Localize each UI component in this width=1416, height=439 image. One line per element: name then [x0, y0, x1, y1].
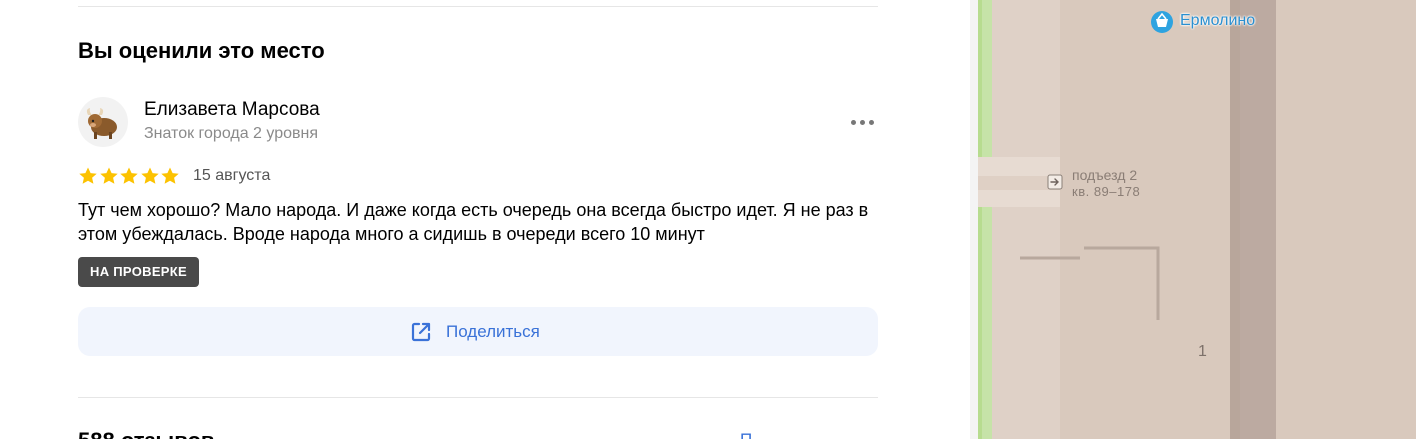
- apartments-label: кв. 89–178: [1072, 184, 1141, 199]
- building-number: 1: [1198, 343, 1207, 360]
- star-icon: [140, 167, 159, 184]
- share-button[interactable]: Поделиться: [78, 307, 878, 356]
- rating-stars: [78, 166, 181, 186]
- more-options-icon[interactable]: [848, 116, 878, 130]
- review-date: 15 августа: [193, 167, 271, 184]
- star-icon: [99, 167, 118, 184]
- divider: [78, 6, 878, 7]
- poi-label[interactable]: Ермолино: [1180, 12, 1255, 30]
- share-label: Поделиться: [446, 322, 540, 341]
- star-icon: [120, 167, 138, 184]
- shop-poi-icon: [1151, 11, 1173, 33]
- star-icon: [79, 167, 97, 184]
- review-author-rank: Знаток города 2 уровня: [144, 125, 319, 142]
- divider: [78, 397, 878, 398]
- reviews-count-title: 588 отзывов: [78, 428, 214, 439]
- review-author-name[interactable]: Елизавета Марсова: [144, 99, 320, 121]
- entrance-label: подъезд 2: [1072, 167, 1138, 183]
- share-icon: [411, 322, 431, 342]
- review-text: Тут чем хорошо? Мало народа. И даже когд…: [78, 200, 869, 244]
- entrance-icon: [1047, 174, 1063, 190]
- panel-map-separator: [970, 0, 978, 439]
- status-badge: НА ПРОВЕРКЕ: [78, 257, 199, 287]
- map-canvas: [978, 0, 1416, 439]
- avatar[interactable]: [78, 97, 128, 147]
- reviews-sort-link[interactable]: П: [740, 430, 752, 439]
- rated-section-title: Вы оценили это место: [78, 38, 325, 63]
- yak-avatar-icon: [86, 108, 117, 139]
- star-icon: [161, 167, 179, 184]
- map-view[interactable]: Ермолино подъезд 2 кв. 89–178 1: [978, 0, 1416, 439]
- place-card-panel: Вы оценили это место Елизавета Марсова З…: [0, 0, 970, 439]
